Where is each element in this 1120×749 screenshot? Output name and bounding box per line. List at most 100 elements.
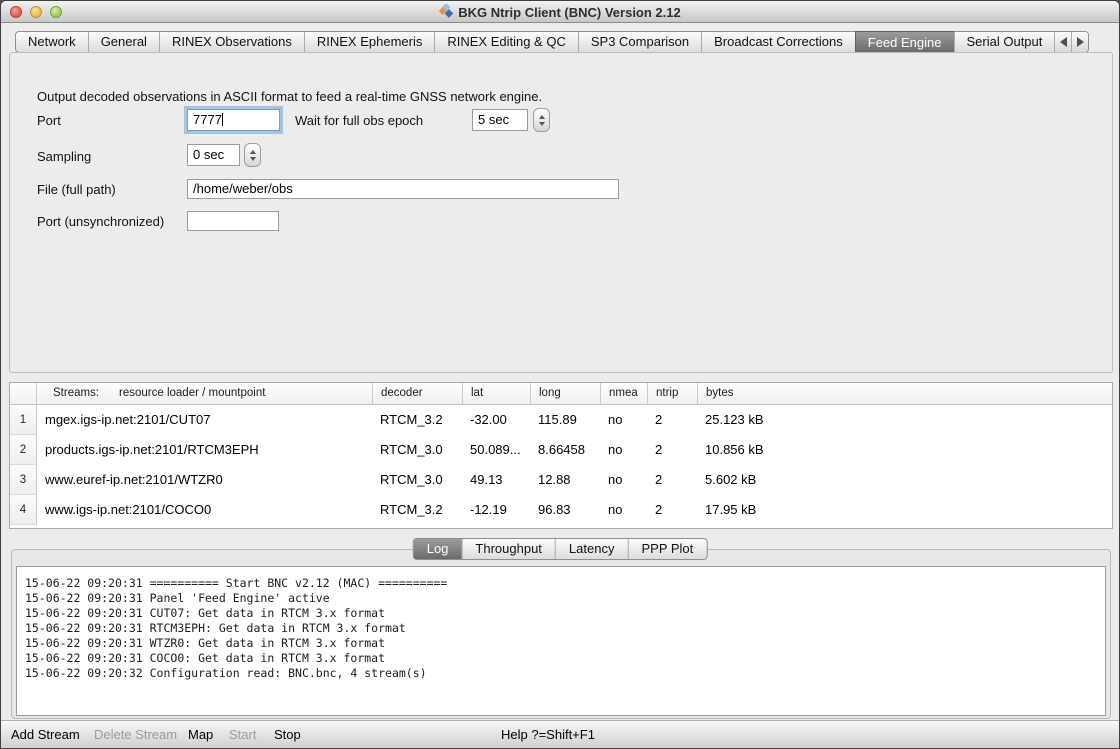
port-label: Port (37, 113, 61, 128)
cell-long: 12.88 (530, 465, 600, 495)
cell-mountpoint: mgex.igs-ip.net:2101/CUT07 (37, 405, 372, 435)
header-ntrip: ntrip (647, 383, 697, 404)
stop-button[interactable]: Stop (274, 727, 301, 742)
tab-log[interactable]: Log (414, 539, 462, 559)
tab-ppp-plot[interactable]: PPP Plot (627, 539, 706, 559)
log-line: 15-06-22 09:20:31 ========== Start BNC v… (25, 576, 1097, 591)
row-number: 3 (10, 465, 37, 495)
streams-table-header: Streams:resource loader / mountpoint dec… (10, 383, 1112, 405)
delete-stream-button: Delete Stream (94, 727, 177, 742)
tab-rinex-editing-qc[interactable]: RINEX Editing & QC (434, 32, 578, 52)
cell-bytes: 17.95 kB (697, 495, 1112, 525)
cell-bytes: 5.602 kB (697, 465, 1112, 495)
cell-bytes: 25.123 kB (697, 405, 1112, 435)
header-long: long (530, 383, 600, 404)
cell-ntrip: 2 (647, 405, 697, 435)
panel-description: Output decoded observations in ASCII for… (37, 89, 542, 104)
cell-lat: -12.19 (462, 495, 530, 525)
title-bar[interactable]: BKG Ntrip Client (BNC) Version 2.12 (1, 1, 1119, 23)
map-button[interactable]: Map (188, 727, 213, 742)
tab-network[interactable]: Network (16, 32, 88, 52)
wait-epoch-stepper[interactable] (533, 108, 550, 132)
start-button: Start (229, 727, 256, 742)
cell-nmea: no (600, 495, 647, 525)
table-row[interactable]: 4 www.igs-ip.net:2101/COCO0 RTCM_3.2 -12… (10, 495, 1112, 525)
tab-latency[interactable]: Latency (555, 539, 628, 559)
tab-feed-engine[interactable]: Feed Engine (855, 31, 954, 53)
port-unsync-input[interactable] (187, 211, 279, 231)
main-tab-bar: Network General RINEX Observations RINEX… (15, 31, 1089, 53)
header-bytes: bytes (697, 383, 1112, 404)
cell-lat: -32.00 (462, 405, 530, 435)
row-number: 4 (10, 495, 37, 525)
log-line: 15-06-22 09:20:31 Panel 'Feed Engine' ac… (25, 591, 1097, 606)
log-line: 15-06-22 09:20:31 RTCM3EPH: Get data in … (25, 621, 1097, 636)
streams-table: Streams:resource loader / mountpoint dec… (9, 382, 1113, 529)
tab-throughput[interactable]: Throughput (461, 539, 555, 559)
header-nmea: nmea (600, 383, 647, 404)
tab-rinex-ephemeris[interactable]: RINEX Ephemeris (304, 32, 434, 52)
cell-mountpoint: products.igs-ip.net:2101/RTCM3EPH (37, 435, 372, 465)
tab-sp3-comparison[interactable]: SP3 Comparison (578, 32, 701, 52)
cell-long: 115.89 (530, 405, 600, 435)
cell-ntrip: 2 (647, 465, 697, 495)
wait-epoch-input[interactable]: 5 sec (472, 109, 528, 131)
file-path-label: File (full path) (37, 182, 116, 197)
cell-decoder: RTCM_3.2 (372, 405, 462, 435)
cell-mountpoint: www.euref-ip.net:2101/WTZR0 (37, 465, 372, 495)
cell-nmea: no (600, 435, 647, 465)
table-row[interactable]: 2 products.igs-ip.net:2101/RTCM3EPH RTCM… (10, 435, 1112, 465)
file-path-input[interactable]: /home/weber/obs (187, 179, 619, 199)
log-line: 15-06-22 09:20:31 COCO0: Get data in RTC… (25, 651, 1097, 666)
cell-lat: 49.13 (462, 465, 530, 495)
tab-serial-output[interactable]: Serial Output (954, 32, 1055, 52)
app-icon (439, 4, 453, 21)
row-number: 2 (10, 435, 37, 465)
wait-epoch-label: Wait for full obs epoch (295, 113, 423, 128)
table-row[interactable]: 1 mgex.igs-ip.net:2101/CUT07 RTCM_3.2 -3… (10, 405, 1112, 435)
add-stream-button[interactable]: Add Stream (11, 727, 80, 742)
spinner-down-icon[interactable] (250, 157, 256, 161)
app-window: BKG Ntrip Client (BNC) Version 2.12 Netw… (0, 0, 1120, 749)
port-unsync-label: Port (unsynchronized) (37, 214, 164, 229)
sampling-stepper[interactable] (244, 143, 261, 167)
log-line: 15-06-22 09:20:31 WTZR0: Get data in RTC… (25, 636, 1097, 651)
header-mountpoint: Streams:resource loader / mountpoint (37, 383, 372, 404)
cell-mountpoint: www.igs-ip.net:2101/COCO0 (37, 495, 372, 525)
tab-scroll-right-button[interactable] (1071, 32, 1088, 52)
header-lat: lat (462, 383, 530, 404)
log-line: 15-06-22 09:20:32 Configuration read: BN… (25, 666, 1097, 681)
sampling-label: Sampling (37, 149, 91, 164)
cell-bytes: 10.856 kB (697, 435, 1112, 465)
row-number: 1 (10, 405, 37, 435)
tab-broadcast-corrections[interactable]: Broadcast Corrections (701, 32, 855, 52)
tab-scroll-left-button[interactable] (1054, 32, 1071, 52)
spinner-up-icon[interactable] (539, 115, 545, 119)
tab-rinex-observations[interactable]: RINEX Observations (159, 32, 304, 52)
window-title: BKG Ntrip Client (BNC) Version 2.12 (458, 5, 680, 20)
cell-lat: 50.089... (462, 435, 530, 465)
cell-decoder: RTCM_3.2 (372, 495, 462, 525)
sampling-input[interactable]: 0 sec (187, 144, 240, 166)
text-caret (222, 113, 223, 126)
log-output[interactable]: 15-06-22 09:20:31 ========== Start BNC v… (16, 566, 1106, 716)
help-shortcut-label: Help ?=Shift+F1 (501, 727, 595, 742)
cell-decoder: RTCM_3.0 (372, 465, 462, 495)
log-line: 15-06-22 09:20:31 CUT07: Get data in RTC… (25, 606, 1097, 621)
cell-long: 96.83 (530, 495, 600, 525)
spinner-down-icon[interactable] (539, 122, 545, 126)
tab-general[interactable]: General (88, 32, 159, 52)
log-tab-bar: Log Throughput Latency PPP Plot (413, 538, 708, 560)
spinner-up-icon[interactable] (250, 150, 256, 154)
chevron-left-icon (1060, 37, 1067, 47)
header-row-number (10, 383, 37, 404)
table-row[interactable]: 3 www.euref-ip.net:2101/WTZR0 RTCM_3.0 4… (10, 465, 1112, 495)
port-input[interactable]: 7777 (187, 109, 280, 131)
cell-nmea: no (600, 405, 647, 435)
chevron-right-icon (1077, 37, 1084, 47)
cell-ntrip: 2 (647, 495, 697, 525)
cell-ntrip: 2 (647, 435, 697, 465)
feed-engine-panel: Output decoded observations in ASCII for… (9, 52, 1113, 373)
cell-nmea: no (600, 465, 647, 495)
cell-decoder: RTCM_3.0 (372, 435, 462, 465)
